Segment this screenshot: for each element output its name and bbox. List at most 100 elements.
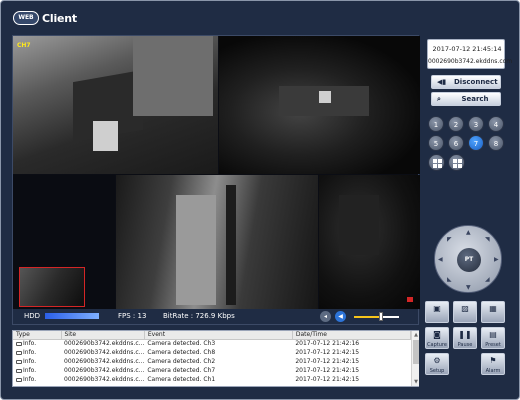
channel-button-4[interactable]: 4 [488,116,504,132]
capture-icon: ◙ [433,330,441,339]
log-type: Info. [13,348,61,357]
search-label: Search [461,95,489,103]
grid-view-icon: ▦ [489,304,497,313]
fps-readout: FPS : 13 [118,312,147,320]
pause-icon: ❚❚ [458,330,472,339]
table-row[interactable]: Info. 0002690b3742.ekddns.c... Camera de… [13,339,411,348]
disconnect-icon: ◀▮ [437,78,447,86]
column-header-event[interactable]: Event [144,331,293,340]
scene-frame [226,185,236,305]
table-row[interactable]: Info. 0002690b3742.ekddns.c... Camera de… [13,348,411,357]
table-row[interactable]: Info. 0002690b3742.ekddns.c... Camera de… [13,357,411,366]
event-log-table: Type Site Event Date/Time Info. 0002690b… [13,331,412,384]
camera-view-3[interactable] [13,175,115,309]
setup-button[interactable]: ⚙ Setup [425,353,449,375]
event-log-panel: Type Site Event Date/Time Info. 0002690b… [12,330,419,387]
scrollbar-thumb[interactable] [413,340,419,364]
channel-button-3[interactable]: 3 [468,116,484,132]
grid-view-button[interactable]: ▦ [481,301,505,323]
camera-view-4[interactable] [116,175,318,309]
logo-badge: WEB [13,11,39,25]
app-title: Client [42,11,77,25]
capture-label: Capture [427,342,447,348]
camera-view-5[interactable] [319,175,420,309]
channel-button-5[interactable]: 5 [428,135,444,151]
channel-button-1[interactable]: 1 [428,116,444,132]
camera-view-button[interactable]: ▣ [425,301,449,323]
disconnect-label: Disconnect [454,78,498,86]
column-header-site[interactable]: Site [61,331,145,340]
pause-label: Pause [457,342,473,348]
channel-button-2[interactable]: 2 [448,116,464,132]
bitrate-readout: BitRate : 726.9 Kbps [163,312,235,320]
column-header-type[interactable]: Type [13,331,62,340]
record-indicator [407,297,413,302]
alarm-button[interactable]: ⚑ Alarm [481,353,505,375]
setup-label: Setup [429,368,445,374]
camera-view-2[interactable] [219,36,420,174]
scroll-down-icon[interactable]: ▼ [412,378,420,386]
log-event: Camera detected. Ch7 [147,367,216,374]
ptz-center-button[interactable]: PT [457,248,481,272]
disconnect-button[interactable]: ◀▮ Disconnect [431,75,501,89]
info-icon [16,377,22,382]
table-header-row: Type Site Event Date/Time [13,331,412,340]
scroll-up-icon[interactable]: ▲ [412,331,420,339]
alarm-icon: ⚑ [489,356,497,365]
arrow-down-left-icon[interactable]: ◣ [447,276,452,283]
table-row[interactable]: Info. 0002690b3742.ekddns.c... Camera de… [13,375,411,384]
preset-button[interactable]: ▤ Preset [481,327,505,349]
log-type-label: Info. [23,358,37,365]
log-event: Camera detected. Ch2 [147,358,216,365]
log-event: Camera detected. Ch3 [147,340,216,348]
arrow-up-right-icon[interactable]: ◥ [485,236,490,243]
channel-button-8[interactable]: 8 [488,135,504,151]
log-type-label: Info. [23,340,37,348]
log-site: 0002690b3742.ekddns.c... [64,340,145,348]
log-datetime: 2017-07-12 21:42:15 [295,367,360,374]
hdd-usage-bar [45,313,99,319]
log-site: 0002690b3742.ekddns.c... [64,376,145,383]
layout-quad-button[interactable] [428,154,445,171]
log-datetime: 2017-07-12 21:42:15 [295,349,360,356]
log-type-label: Info. [23,376,37,383]
connection-info-box: 2017-07-12 21:45:14 0002690b3742.ekddns.… [427,39,512,69]
audio-toggle-button[interactable]: ◂ [320,311,331,322]
web-client-window: WEB Client CH7 HDD FPS : 13 BitRate: 72… [0,0,520,400]
scene-door [176,195,216,305]
image-icon: ▨ [461,304,469,313]
channel-button-6[interactable]: 6 [448,135,464,151]
camera-view-1[interactable]: CH7 [13,36,218,174]
scene-wall [133,36,213,116]
camera-view-icon: ▣ [433,304,441,313]
search-button[interactable]: ⌕ Search [431,92,501,106]
preset-icon: ▤ [489,330,497,339]
column-header-datetime[interactable]: Date/Time [292,331,412,340]
pip-preview[interactable] [19,267,85,307]
capture-button[interactable]: ◙ Capture [425,327,449,349]
image-button[interactable]: ▨ [453,301,477,323]
arrow-up-left-icon[interactable]: ◤ [447,236,452,243]
arrow-down-right-icon[interactable]: ◢ [485,276,490,283]
speaker-icon[interactable]: ◀ [335,311,346,322]
arrow-right-icon[interactable]: ▶ [494,256,499,263]
scene-light [319,91,331,103]
video-panel: CH7 HDD FPS : 13 BitRate : 726.9 Kbps ◂ … [12,35,420,325]
search-icon: ⌕ [437,95,441,103]
log-type: Info. [13,339,61,348]
arrow-down-icon[interactable]: ▼ [466,284,471,291]
arrow-left-icon[interactable]: ◀ [438,256,443,263]
setup-icon: ⚙ [433,356,441,365]
log-scrollbar[interactable]: ▲ ▼ [411,331,419,386]
current-datetime: 2017-07-12 21:45:14 [432,45,502,53]
log-site: 0002690b3742.ekddns.c... [64,367,145,374]
channel-button-7[interactable]: 7 [468,135,484,151]
volume-slider-handle[interactable] [379,312,383,321]
layout-multi-button[interactable] [448,154,465,171]
arrow-up-icon[interactable]: ▲ [466,229,471,236]
ptz-joystick[interactable]: ▲ ▼ ◀ ▶ ◤ ◥ ◣ ◢ PT [434,225,502,293]
pause-button[interactable]: ❚❚ Pause [453,327,477,349]
log-datetime: 2017-07-12 21:42:15 [295,358,360,365]
volume-slider[interactable] [354,316,399,318]
table-row[interactable]: Info. 0002690b3742.ekddns.c... Camera de… [13,366,411,375]
